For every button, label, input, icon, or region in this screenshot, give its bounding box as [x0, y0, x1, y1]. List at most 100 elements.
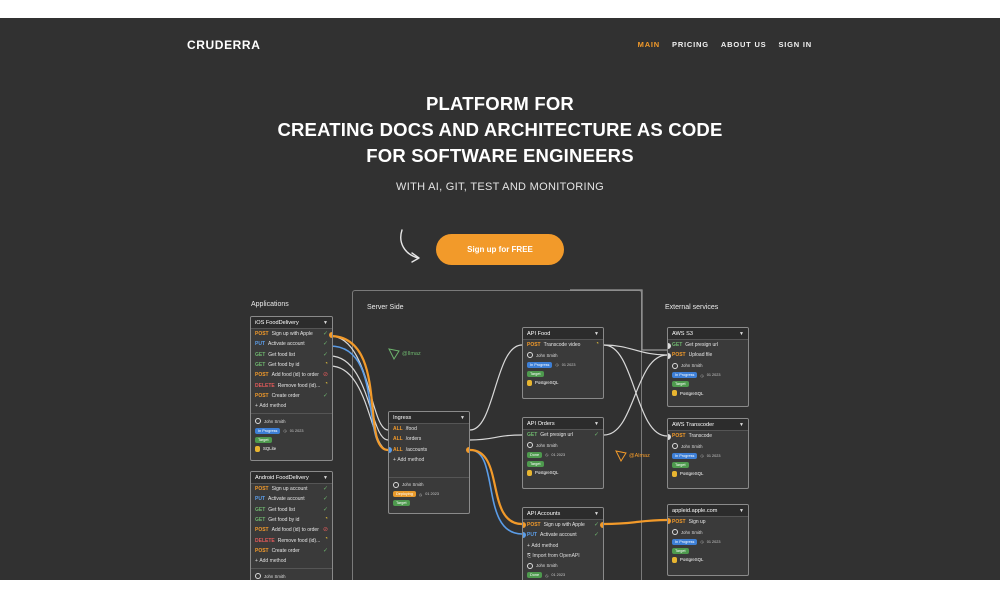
card-android-fooddelivery[interactable]: Android FoodDelivery ▼ POST Sign up accoun… [250, 471, 333, 580]
status-badge[interactable]: Done [527, 451, 543, 458]
chevron-down-icon[interactable]: ▼ [594, 331, 599, 337]
chevron-down-icon[interactable]: ▼ [739, 331, 744, 337]
check-icon: ✓ [322, 331, 328, 337]
target-badge[interactable]: Target [672, 381, 689, 388]
card-aws-s3[interactable]: AWS S3 ▼ GET Get presign url POST Upload fi… [667, 327, 749, 407]
card-header[interactable]: API Accounts ▼ [523, 508, 603, 520]
check-icon: ✓ [322, 547, 328, 554]
method-row[interactable]: POST Transcode video ◔ [523, 340, 603, 350]
method-row[interactable]: POST Sign up with Apple ✓ [523, 520, 603, 530]
route-row[interactable]: ALL/food [389, 424, 469, 434]
date-label: 01 2023 [561, 362, 576, 367]
card-api-food[interactable]: API Food ▼ POST Transcode video ◔ John Smit… [522, 327, 604, 399]
method-path: Get food by id [268, 517, 300, 524]
blocked-icon: ⊘ [322, 527, 328, 534]
card-title: iOS FoodDelivery [255, 319, 299, 326]
method-row[interactable]: POST Sign up account ✓ [251, 484, 332, 494]
chevron-down-icon[interactable]: ▼ [594, 421, 599, 427]
status-badge[interactable]: In Progress [672, 372, 698, 379]
card-header[interactable]: AWS Transcoder ▼ [668, 419, 748, 431]
owner-name: John Smith [402, 482, 424, 488]
method-row[interactable]: POST Add food (id) to order ⊘ [251, 370, 332, 380]
method-path: Get food list [268, 506, 295, 513]
target-badge[interactable]: Target [527, 460, 544, 467]
chevron-down-icon[interactable]: ▼ [739, 422, 744, 428]
method-row[interactable]: GET Get food list ✓ [251, 505, 332, 515]
method-row[interactable]: DELETE Remove food (id)... ◔ [251, 535, 332, 545]
card-header[interactable]: Android FoodDelivery ▼ [251, 472, 332, 484]
status-tags: In Progress ◷ 01 2023 [251, 426, 332, 435]
method-path: Transcode video [543, 342, 581, 349]
chevron-down-icon[interactable]: ▼ [323, 475, 328, 481]
method-row[interactable]: POST Add food (id) to order ⊘ [251, 525, 332, 535]
wire [603, 354, 668, 436]
cursor-icon [388, 348, 400, 360]
method-row[interactable]: POST Sign up with Apple ✓ [251, 329, 332, 339]
method-badge: POST [672, 352, 686, 359]
owner-name: John Smith [681, 443, 703, 449]
check-icon: ✓ [322, 496, 328, 503]
chevron-down-icon[interactable]: ▼ [323, 320, 328, 326]
method-path: Remove food (id)... [277, 382, 321, 389]
route-path: /accounts [405, 446, 428, 453]
method-badge: POST [255, 547, 269, 554]
status-badge[interactable]: In Progress [672, 452, 698, 459]
method-row[interactable]: GET Get presign url ✓ [523, 430, 603, 440]
card-title: Android FoodDelivery [255, 474, 309, 481]
method-row[interactable]: GET Get presign url [668, 340, 748, 350]
card-header[interactable]: iOS FoodDelivery ▼ [251, 317, 332, 329]
target-badge[interactable]: Target [393, 500, 410, 507]
method-row[interactable]: GET Get food list ✓ [251, 350, 332, 360]
output-port[interactable] [466, 447, 469, 453]
method-row[interactable]: POST Transcode [668, 431, 748, 441]
method-row[interactable]: POST Upload file [668, 350, 748, 360]
status-badge[interactable]: In Progress [527, 361, 553, 368]
clock-icon: ◷ [545, 453, 549, 458]
method-row[interactable]: GET Get food by id ◔ [251, 515, 332, 525]
target-badge[interactable]: Target [672, 461, 689, 468]
chevron-down-icon[interactable]: ▼ [739, 508, 744, 514]
target-badge[interactable]: Target [527, 370, 544, 377]
method-row[interactable]: GET Get food by id ◔ [251, 360, 332, 370]
card-header[interactable]: API Food ▼ [523, 328, 603, 340]
method-row[interactable]: POST Sign up [668, 517, 748, 527]
card-header[interactable]: Ingress ▼ [389, 412, 469, 424]
method-row[interactable]: PUT Activate account ✓ [523, 530, 603, 540]
card-header[interactable]: AWS S3 ▼ [668, 328, 748, 340]
route-row[interactable]: ALL/orders [389, 434, 469, 444]
import-openapi-button[interactable]: ⎘ Import from OpenAPI [523, 551, 603, 561]
card-aws-transcoder[interactable]: AWS Transcoder ▼ POST Transcode John Smith… [667, 418, 749, 489]
avatar-icon [672, 443, 678, 450]
chevron-down-icon[interactable]: ▼ [594, 511, 599, 517]
target-badge[interactable]: Target [255, 436, 272, 443]
status-badge[interactable]: In Progress [672, 538, 698, 545]
chevron-down-icon[interactable]: ▼ [460, 415, 465, 421]
method-row[interactable]: POST Create order ✓ [251, 391, 332, 401]
check-icon: ✓ [593, 532, 599, 539]
method-row[interactable]: DELETE Remove food (id)... ◔ [251, 380, 332, 390]
card-header[interactable]: API Orders ▼ [523, 418, 603, 430]
method-path: Add food (id) to order [271, 372, 319, 379]
status-badge[interactable]: In Progress [255, 427, 281, 434]
card-api-accounts[interactable]: API Accounts ▼ POST Sign up with Apple ✓ PU… [522, 507, 604, 580]
status-badge[interactable]: Done [527, 572, 543, 579]
route-row[interactable]: ALL/accounts [389, 445, 469, 455]
add-method-button[interactable]: + Add method [523, 541, 603, 551]
card-ios-fooddelivery[interactable]: iOS FoodDelivery ▼ POST Sign up with Apple… [250, 316, 333, 461]
card-appleid[interactable]: appleid.apple.com ▼ POST Sign up John Smit… [667, 504, 749, 576]
add-method-button[interactable]: + Add method [251, 556, 332, 566]
method-path: Create order [271, 547, 300, 554]
status-badge[interactable]: Deploying [393, 491, 416, 498]
add-method-button[interactable]: + Add method [251, 401, 332, 411]
method-row[interactable]: PUT Activate account ✓ [251, 339, 332, 349]
method-row[interactable]: PUT Activate account ✓ [251, 494, 332, 504]
target-badge[interactable]: Target [672, 547, 689, 554]
add-method-button[interactable]: + Add method [389, 455, 469, 465]
card-header[interactable]: appleid.apple.com ▼ [668, 505, 748, 517]
method-row[interactable]: POST Create order ✓ [251, 546, 332, 556]
output-port[interactable] [600, 522, 603, 528]
method-badge: POST [527, 342, 541, 349]
card-ingress[interactable]: Ingress ▼ ALL/food ALL/orders ALL/account… [388, 411, 470, 514]
output-port[interactable] [329, 332, 332, 338]
card-api-orders[interactable]: API Orders ▼ GET Get presign url ✓ John Smi… [522, 417, 604, 489]
